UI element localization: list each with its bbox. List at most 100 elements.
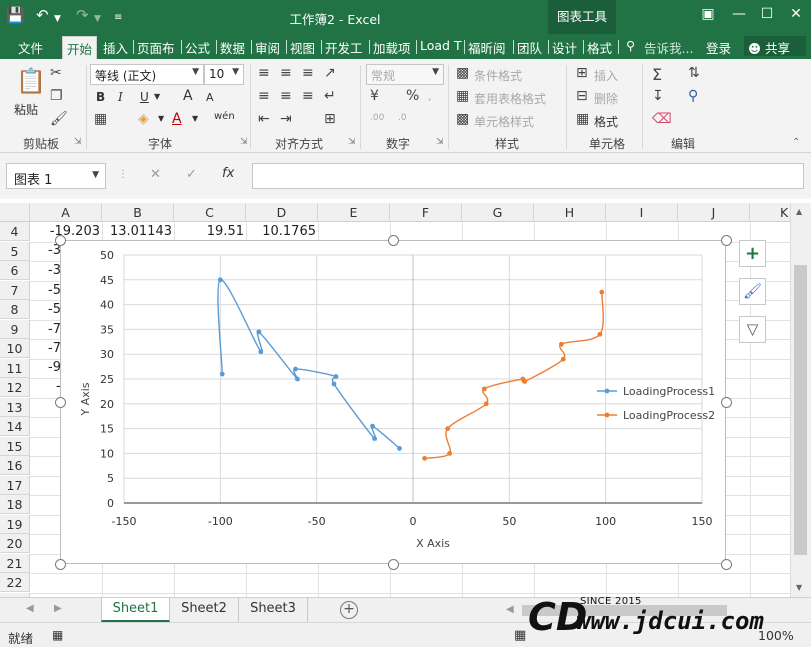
macro-record-icon[interactable]: ▦ <box>52 628 63 642</box>
row-header[interactable]: 6 <box>0 261 30 280</box>
orientation-icon[interactable]: ↗ <box>324 65 336 81</box>
redo-icon[interactable]: ↷ <box>76 5 89 25</box>
paste-button[interactable]: 粘贴 <box>14 101 38 118</box>
cell-b4[interactable]: 13.01143 <box>102 223 172 241</box>
column-header[interactable]: G <box>462 203 534 222</box>
format-painter-icon[interactable]: 🖌 <box>50 111 68 127</box>
autosum-icon[interactable]: Σ <box>652 65 662 84</box>
row-header[interactable]: 14 <box>0 417 30 436</box>
column-header[interactable]: C <box>174 203 246 222</box>
row-header[interactable]: 20 <box>0 534 30 553</box>
font-launcher-icon[interactable]: ⇲ <box>240 137 248 147</box>
alignment-launcher-icon[interactable]: ⇲ <box>348 137 356 147</box>
resize-handle-bottom-right[interactable] <box>721 559 732 570</box>
sheet-tab-sheet2[interactable]: Sheet2 <box>170 598 239 622</box>
row-header[interactable]: 8 <box>0 300 30 319</box>
conditional-format-button[interactable]: 条件格式 <box>474 67 522 84</box>
close-icon[interactable]: ✕ <box>785 6 807 22</box>
maximize-icon[interactable]: ☐ <box>756 6 778 22</box>
sort-filter-icon[interactable]: ⇅ <box>688 65 700 81</box>
tab-view[interactable]: 视图 <box>290 38 315 57</box>
collapse-ribbon-icon[interactable]: ⌃ <box>792 137 800 148</box>
find-select-icon[interactable]: ⚲ <box>688 88 698 104</box>
formula-input[interactable] <box>252 163 804 189</box>
underline-button[interactable]: U <box>140 90 149 104</box>
tab-insert[interactable]: 插入 <box>103 38 128 57</box>
chart-filters-button[interactable]: ▽ <box>739 316 766 343</box>
resize-handle-top[interactable] <box>388 235 399 246</box>
tab-team[interactable]: 团队 <box>517 38 542 57</box>
grow-font-button[interactable]: A <box>183 88 193 104</box>
chart-area[interactable]: 0 5 10 15 20 25 30 35 40 45 50 -150 -100 -50 0 50 100 150… <box>60 240 726 564</box>
tab-developer[interactable]: 开发工 <box>325 38 363 57</box>
bold-button[interactable]: B <box>96 90 105 104</box>
phonetic-icon[interactable]: wén <box>214 111 235 122</box>
column-header[interactable]: H <box>534 203 606 222</box>
increase-indent-icon[interactable]: ⇥ <box>280 111 292 127</box>
row-header[interactable]: 15 <box>0 436 30 456</box>
column-header[interactable]: F <box>390 203 462 222</box>
fill-color-icon[interactable]: ◈ <box>138 111 149 127</box>
percent-icon[interactable]: % <box>406 88 419 104</box>
column-header[interactable]: E <box>318 203 390 222</box>
scatter-chart[interactable]: 0 5 10 15 20 25 30 35 40 45 50 -150 -100 -50 0 50 100 150… <box>61 241 727 565</box>
shrink-font-button[interactable]: A <box>206 91 214 104</box>
sheet-prev-icon[interactable]: ◀ <box>26 603 34 614</box>
align-left-icon[interactable]: ≡ <box>258 88 270 104</box>
cancel-icon[interactable]: ✕ <box>150 167 161 182</box>
add-sheet-button[interactable]: + <box>340 601 358 619</box>
share-button[interactable]: ☻ 共享 <box>744 36 806 56</box>
row-header[interactable]: 10 <box>0 339 30 358</box>
row-header[interactable]: 12 <box>0 378 30 397</box>
column-header[interactable]: J <box>678 203 750 222</box>
tab-home[interactable]: 开始 <box>62 36 98 59</box>
wrap-text-icon[interactable]: ↵ <box>324 88 336 104</box>
chart-elements-button[interactable]: + <box>739 240 766 267</box>
vertical-scroll-thumb[interactable] <box>794 265 807 555</box>
row-header[interactable]: 19 <box>0 514 30 534</box>
number-format-select[interactable]: 常规 ▼ <box>366 64 444 85</box>
scroll-up-icon[interactable]: ▲ <box>796 207 802 216</box>
underline-dropdown-icon[interactable]: ▼ <box>154 92 160 101</box>
comma-style-icon[interactable]: , <box>428 90 432 103</box>
tab-addins[interactable]: 加载项 <box>373 38 411 57</box>
row-header[interactable]: 18 <box>0 495 30 514</box>
resize-handle-bottom[interactable] <box>388 559 399 570</box>
tab-load-test[interactable]: Load T <box>420 38 462 53</box>
conditional-format-icon[interactable]: ▩ <box>456 65 469 81</box>
insert-function-icon[interactable]: fx <box>222 166 234 181</box>
font-name-select[interactable]: 等线 (正文) ▼ <box>90 64 204 85</box>
tab-file[interactable]: 文件 <box>18 38 43 57</box>
align-bottom-icon[interactable]: ≡ <box>302 65 314 81</box>
merge-center-icon[interactable]: ⊞ <box>324 111 336 127</box>
delete-cells-icon[interactable]: ⊟ <box>576 88 588 104</box>
tab-design[interactable]: 设计 <box>552 38 577 57</box>
number-launcher-icon[interactable]: ⇲ <box>436 137 444 147</box>
sheet-next-icon[interactable]: ▶ <box>54 603 62 614</box>
minimize-icon[interactable]: — <box>728 6 750 22</box>
row-header[interactable]: 17 <box>0 475 30 495</box>
fill-icon[interactable]: ↧ <box>652 88 664 104</box>
insert-cells-icon[interactable]: ⊞ <box>576 65 588 81</box>
resize-handle-left[interactable] <box>55 397 66 408</box>
align-center-icon[interactable]: ≡ <box>280 88 292 104</box>
copy-icon[interactable]: ❐ <box>50 88 63 104</box>
tab-review[interactable]: 审阅 <box>255 38 280 57</box>
enter-icon[interactable]: ✓ <box>186 167 197 182</box>
ribbon-display-icon[interactable]: ▣ <box>697 6 719 22</box>
align-right-icon[interactable]: ≡ <box>302 88 314 104</box>
scroll-left-icon[interactable]: ◀ <box>506 604 514 615</box>
tab-data[interactable]: 数据 <box>220 38 245 57</box>
row-header[interactable]: 16 <box>0 456 30 475</box>
tab-foxit[interactable]: 福昕阅 <box>468 38 506 57</box>
clear-icon[interactable]: ⌫ <box>652 111 672 127</box>
increase-decimal-icon[interactable]: .00 <box>370 113 384 123</box>
tab-page-layout[interactable]: 页面布 <box>137 38 175 57</box>
cell-c4[interactable]: 19.51 <box>174 223 244 241</box>
name-box[interactable]: 图表 1 ▼ <box>6 163 106 189</box>
tab-formulas[interactable]: 公式 <box>185 38 210 57</box>
row-header[interactable]: 4 <box>0 222 30 241</box>
customize-toolbar-icon[interactable]: ≡ <box>114 8 122 28</box>
format-as-table-icon[interactable]: ▦ <box>456 88 469 104</box>
font-color-dropdown-icon[interactable]: ▼ <box>192 114 198 123</box>
